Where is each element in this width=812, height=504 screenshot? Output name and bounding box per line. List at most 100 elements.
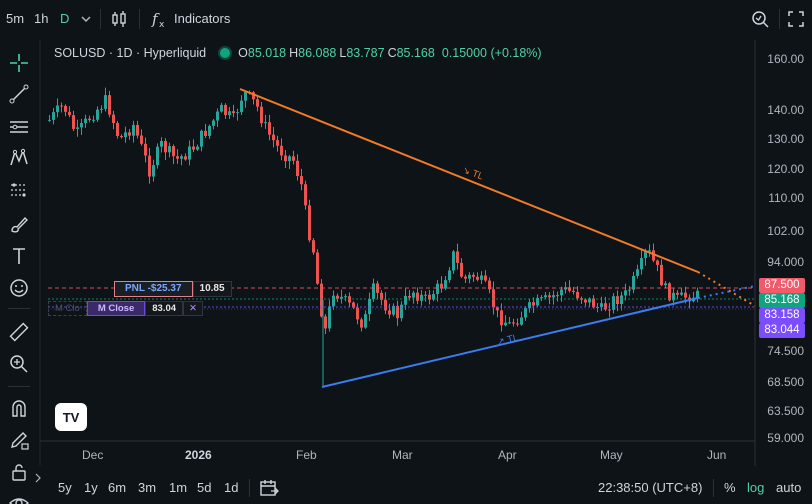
- price-axis-label: 130.00: [767, 132, 804, 146]
- close-label: C: [387, 46, 397, 60]
- range-5d[interactable]: 5d: [197, 480, 211, 495]
- price-axis-label: 160.00: [767, 52, 804, 66]
- range-6m[interactable]: 6m: [108, 480, 126, 495]
- pnl-label[interactable]: PNL -$25.37: [114, 281, 193, 297]
- candle-body: [340, 296, 343, 299]
- range-5y[interactable]: 5y: [58, 480, 72, 495]
- candle-body: [364, 314, 367, 328]
- candle-body: [104, 95, 107, 109]
- candle-body: [572, 290, 575, 292]
- position-pnl-box[interactable]: PNL -$25.37 10.85: [114, 281, 232, 297]
- candle-body: [640, 258, 643, 270]
- candle-body: [204, 130, 207, 136]
- candle-body: [216, 111, 219, 121]
- open-value: 85.018: [247, 46, 287, 60]
- candle-body: [396, 305, 399, 319]
- range-3m[interactable]: 3m: [138, 480, 156, 495]
- candle-body: [676, 292, 679, 295]
- candle-body: [388, 310, 391, 315]
- candle-body: [280, 145, 283, 156]
- candle-body: [96, 109, 99, 120]
- upper-trendline: [239, 88, 699, 273]
- log-toggle[interactable]: log: [747, 480, 764, 495]
- range-1d[interactable]: 1d: [224, 480, 238, 495]
- candle-body: [304, 184, 307, 206]
- time-axis-label: Dec: [82, 448, 104, 462]
- candle-body: [272, 134, 275, 141]
- high-value: 86.088: [298, 46, 337, 60]
- candle-body: [456, 251, 459, 263]
- candle-body: [504, 322, 507, 326]
- candle-body: [144, 143, 147, 156]
- candle-body: [260, 106, 263, 124]
- calendar-icon[interactable]: [259, 478, 279, 498]
- candle-body: [448, 270, 451, 281]
- lower-trendline-label: ↗ TL: [496, 333, 519, 347]
- symbol-legend: SOLUSD · 1D · Hyperliquid O 85.018 H 86.08…: [54, 46, 545, 60]
- market-status-icon: [220, 48, 231, 58]
- candle-body: [472, 274, 475, 277]
- price-axis-label: 74.500: [767, 344, 804, 358]
- price-axis-label: 110.00: [768, 191, 804, 205]
- symbol-title[interactable]: SOLUSD · 1D · Hyperliquid: [54, 46, 206, 60]
- candle-body: [76, 127, 79, 129]
- time-axis-label: Jun: [707, 448, 727, 462]
- candle-body: [360, 319, 363, 328]
- candle-body: [176, 156, 179, 159]
- candle-body: [196, 146, 199, 150]
- candle-body: [584, 299, 587, 303]
- auto-toggle[interactable]: auto: [776, 480, 801, 495]
- open-label: O: [238, 46, 248, 60]
- candle-body: [480, 275, 483, 280]
- candle-body: [160, 141, 163, 147]
- candle-body: [696, 290, 699, 298]
- clock-time[interactable]: 22:38:50 (UTC+8): [598, 480, 702, 495]
- candle-body: [308, 205, 311, 241]
- candle-body: [268, 122, 271, 135]
- close-order-icon[interactable]: ✕: [183, 301, 203, 316]
- candle-body: [680, 292, 683, 295]
- candle-body: [512, 322, 515, 324]
- change-value: 0.15000 (+0.18%): [441, 46, 542, 60]
- mclose-value[interactable]: 83.04: [145, 301, 184, 316]
- candle-body: [188, 146, 191, 160]
- percent-toggle[interactable]: %: [724, 480, 736, 495]
- candle-body: [412, 292, 415, 298]
- tradingview-logo[interactable]: TV: [55, 403, 87, 431]
- time-axis-label: Apr: [498, 448, 517, 462]
- candle-body: [292, 156, 295, 161]
- logo-text: TV: [62, 409, 80, 425]
- candle-body: [420, 294, 423, 301]
- time-axis-label: 2026: [185, 448, 212, 462]
- candle-body: [616, 296, 619, 305]
- candle-body: [532, 302, 535, 306]
- candle-body: [240, 100, 243, 113]
- time-axis-label: Mar: [392, 448, 413, 462]
- candle-body: [524, 308, 527, 318]
- candle-body: [668, 283, 671, 301]
- price-chart[interactable]: ↘ TL ↗ TL: [0, 0, 812, 504]
- price-axis-label: 94.000: [767, 255, 804, 269]
- price-axis-label: 63.500: [767, 404, 804, 418]
- candle-body: [284, 155, 287, 162]
- range-1m[interactable]: 1m: [169, 480, 187, 495]
- mclose-label[interactable]: M Close: [86, 301, 146, 316]
- candle-body: [404, 295, 407, 305]
- candle-body: [72, 115, 75, 129]
- candle-body: [344, 296, 347, 298]
- candle-body: [452, 251, 455, 271]
- candle-body: [80, 123, 83, 128]
- candle-body: [164, 141, 167, 153]
- range-1y[interactable]: 1y: [84, 480, 98, 495]
- candle-body: [52, 112, 55, 120]
- mclose-ghost-label: M Clo: [48, 301, 87, 316]
- candle-body: [92, 119, 95, 121]
- candle-body: [136, 124, 139, 136]
- candle-body: [120, 135, 123, 138]
- bottom-toolbar: 5y 1y 6m 3m 1m 5d 1d 22:38:50 (UTC+8) % …: [0, 472, 812, 504]
- time-axis-label: Feb: [296, 448, 317, 462]
- mclose-order-box[interactable]: M Clo M Close 83.04 ✕: [48, 301, 203, 316]
- candle-body: [232, 111, 235, 114]
- candle-body: [540, 297, 543, 299]
- position-qty[interactable]: 10.85: [192, 281, 232, 297]
